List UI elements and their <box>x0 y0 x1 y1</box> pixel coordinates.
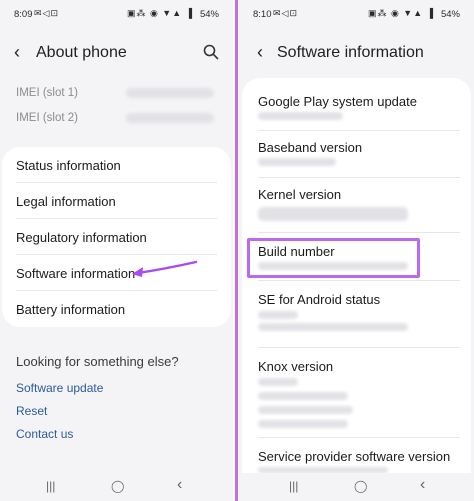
menu-item-regulatory-information[interactable]: Regulatory information <box>2 219 231 255</box>
notification-icons: ✉◁⊡ <box>34 8 60 18</box>
nav-back-icon[interactable]: ‹ <box>420 476 425 494</box>
item-label: Kernel version <box>258 187 342 202</box>
item-value-redacted <box>258 378 298 386</box>
recents-icon[interactable]: ||| <box>46 479 55 493</box>
link-software-update[interactable]: Software update <box>16 381 103 395</box>
item-value-redacted <box>258 112 343 120</box>
panel-divider <box>235 0 238 501</box>
back-arrow-icon[interactable]: ‹ <box>257 42 263 63</box>
back-arrow-icon[interactable]: ‹ <box>14 42 20 63</box>
imei-slot-1-value-redacted <box>126 88 214 98</box>
pointer-arrow-icon <box>132 260 198 277</box>
item-value-redacted <box>258 311 298 319</box>
looking-for-something-else-section: Looking for something else? Software upd… <box>0 346 233 456</box>
system-status-icons: ▣⁂ ◉ ▼▲ ▐ <box>126 8 193 18</box>
item-value-redacted <box>258 406 353 414</box>
app-header: ‹ Software information <box>239 30 474 74</box>
menu-item-status-information[interactable]: Status information <box>2 147 231 183</box>
menu-item-battery-information[interactable]: Battery information <box>2 291 231 327</box>
menu-item-label: Regulatory information <box>16 230 147 245</box>
battery-percent: 54% <box>199 9 219 20</box>
battery-percent: 54% <box>440 9 460 20</box>
item-baseband-version[interactable]: Baseband version <box>239 131 474 178</box>
imei-slot-1-label: IMEI (slot 1) <box>16 87 78 99</box>
app-header: ‹ About phone <box>0 30 233 74</box>
item-label: Baseband version <box>258 140 363 155</box>
about-phone-screen: 8:09 ✉◁⊡ ▣⁂ ◉ ▼▲ ▐ 54% ‹ About phone IME… <box>0 0 233 501</box>
info-menu-card: Status information Legal information Reg… <box>2 147 231 327</box>
item-value-redacted <box>258 420 348 428</box>
item-value-redacted <box>258 207 408 221</box>
menu-item-label: Software information <box>16 266 136 281</box>
section-heading: Looking for something else? <box>16 354 179 369</box>
status-time: 8:09 <box>14 9 33 20</box>
system-status-icons: ▣⁂ ◉ ▼▲ ▐ <box>367 8 434 18</box>
item-knox-version[interactable]: Knox version <box>239 348 474 438</box>
status-bar: 8:09 ✉◁⊡ ▣⁂ ◉ ▼▲ ▐ 54% <box>0 0 233 28</box>
imei-slot-2-value-redacted <box>126 113 214 123</box>
imei-slot-2-label: IMEI (slot 2) <box>16 112 78 124</box>
status-time: 8:10 <box>253 9 272 20</box>
item-se-for-android-status[interactable]: SE for Android status <box>239 281 474 348</box>
notification-icons: ✉◁⊡ <box>273 8 299 18</box>
item-kernel-version[interactable]: Kernel version <box>239 178 474 233</box>
menu-item-label: Battery information <box>16 302 126 317</box>
item-value-redacted <box>258 323 408 331</box>
item-label: SE for Android status <box>258 292 381 307</box>
menu-item-label: Legal information <box>16 194 116 209</box>
item-value-redacted <box>258 158 336 166</box>
item-value-redacted <box>258 392 348 400</box>
page-title: About phone <box>36 44 127 61</box>
item-label: Google Play system update <box>258 94 417 109</box>
home-icon[interactable]: ◯ <box>354 479 367 493</box>
status-bar: 8:10 ✉◁⊡ ▣⁂ ◉ ▼▲ ▐ 54% <box>239 0 474 28</box>
home-icon[interactable]: ◯ <box>111 479 124 493</box>
build-number-highlight <box>247 238 420 278</box>
item-label: Knox version <box>258 359 334 374</box>
page-title: Software information <box>277 44 424 61</box>
item-google-play-system-update[interactable]: Google Play system update <box>239 85 474 131</box>
link-reset[interactable]: Reset <box>16 404 47 418</box>
navigation-bar: ||| ◯ ‹ <box>0 473 233 501</box>
link-contact-us[interactable]: Contact us <box>16 427 73 441</box>
menu-item-legal-information[interactable]: Legal information <box>2 183 231 219</box>
menu-item-label: Status information <box>16 158 121 173</box>
recents-icon[interactable]: ||| <box>289 479 298 493</box>
software-information-screen: 8:10 ✉◁⊡ ▣⁂ ◉ ▼▲ ▐ 54% ‹ Software inform… <box>239 0 474 501</box>
nav-back-icon[interactable]: ‹ <box>177 476 182 494</box>
search-icon[interactable] <box>203 44 219 60</box>
navigation-bar: ||| ◯ ‹ <box>239 473 474 501</box>
item-service-provider-software-version[interactable]: Service provider software version <box>239 438 474 474</box>
item-label: Service provider software version <box>258 449 451 464</box>
